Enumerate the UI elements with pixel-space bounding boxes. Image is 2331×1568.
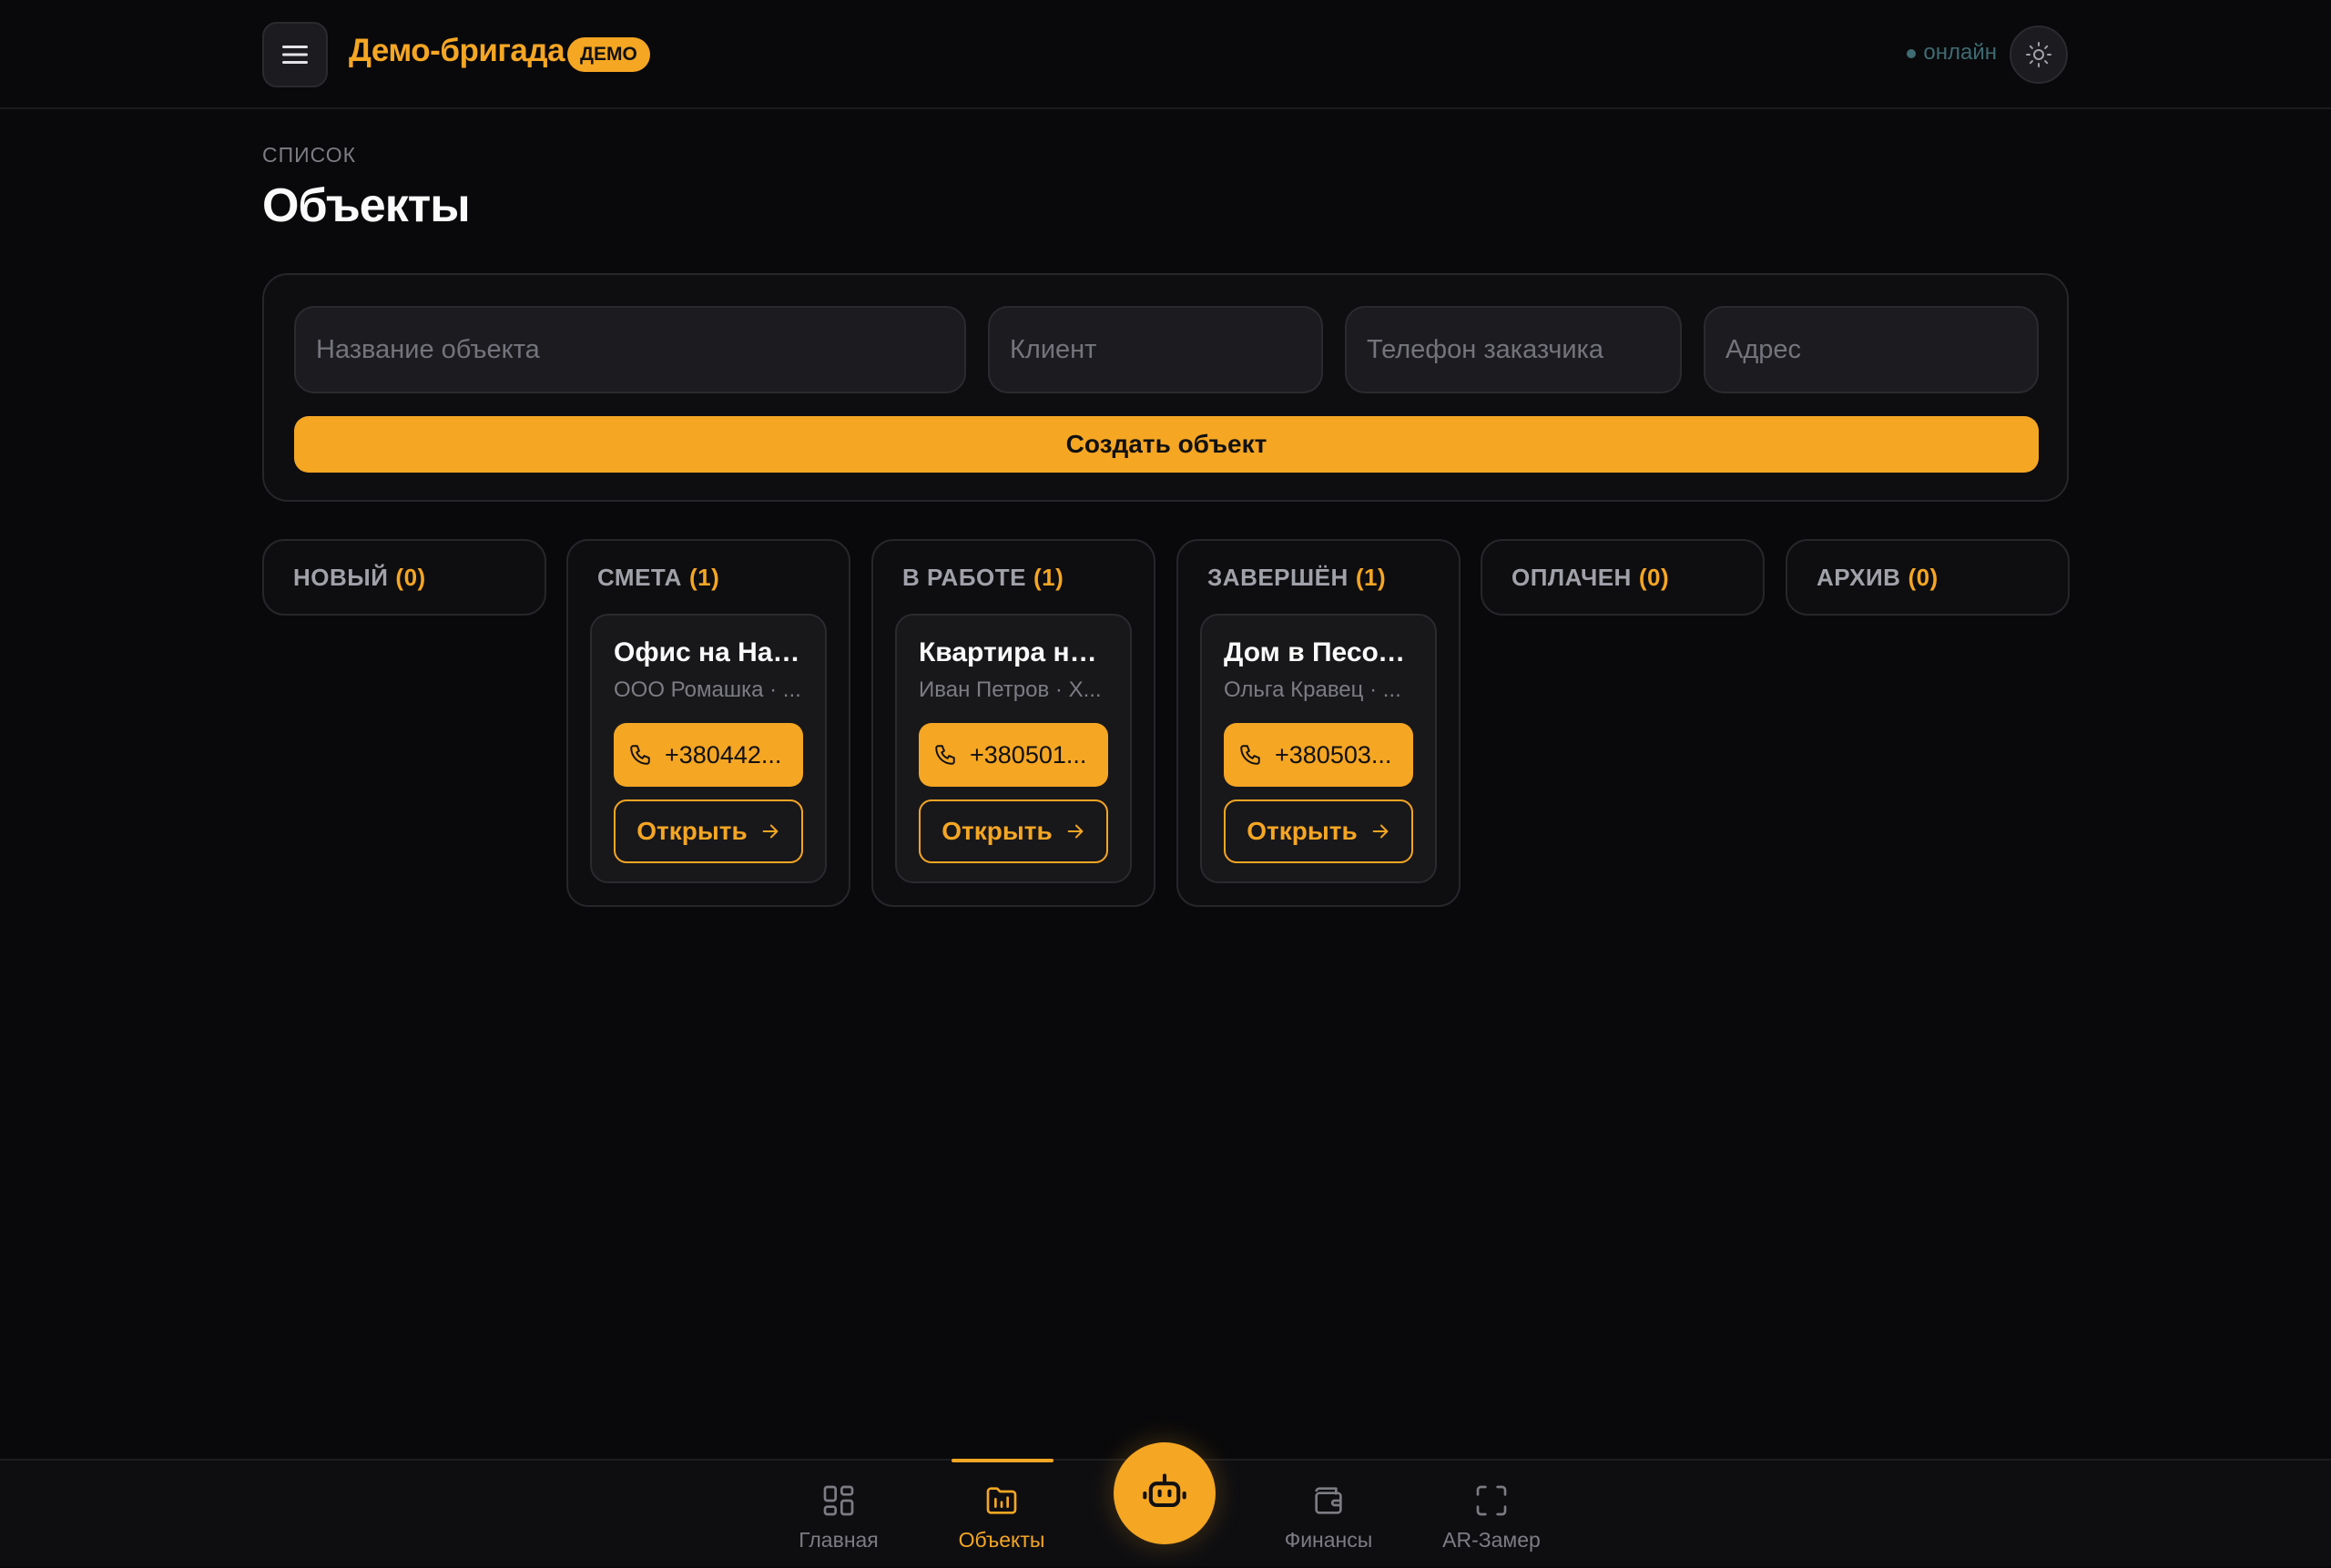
- create-object-button[interactable]: Создать объект: [294, 416, 2039, 473]
- column-label: ОПЛАЧЕН: [1512, 563, 1632, 591]
- sun-icon: [2026, 42, 2051, 67]
- phone-icon: [630, 745, 650, 765]
- arrow-right-icon: [1067, 824, 1084, 839]
- robot-icon: [1143, 1473, 1186, 1508]
- nav-objects[interactable]: Объекты: [933, 1461, 1070, 1568]
- open-label: Открыть: [942, 817, 1053, 845]
- arrow-right-icon: [762, 824, 779, 839]
- phone-icon: [1240, 745, 1260, 765]
- open-label: Открыть: [1247, 817, 1358, 845]
- hamburger-menu-icon: [282, 46, 308, 64]
- nav-finance[interactable]: Финансы: [1260, 1461, 1397, 1568]
- assistant-button[interactable]: [1114, 1442, 1216, 1544]
- object-title: Дом в Песочи...: [1224, 637, 1413, 667]
- column-header[interactable]: ОПЛАЧЕН (0): [1482, 541, 1763, 614]
- phone-number: +380501...: [970, 740, 1087, 769]
- object-subtitle: ООО Ромашка · ...: [614, 677, 801, 702]
- column-label: В РАБОТЕ: [902, 563, 1026, 591]
- connection-status: онлайн: [1907, 40, 1997, 66]
- wallet-icon: [1315, 1487, 1342, 1514]
- create-object-form: Создать объект: [262, 273, 2069, 502]
- nav-home[interactable]: Главная: [770, 1461, 907, 1568]
- status-text: онлайн: [1923, 40, 1997, 65]
- column-completed: ЗАВЕРШЁН (1) Дом в Песочи... Ольга Кравец…: [1176, 539, 1461, 907]
- address-input[interactable]: [1704, 306, 2039, 393]
- page-title: Объекты: [262, 179, 471, 232]
- object-name-input[interactable]: [294, 306, 966, 393]
- open-object-button[interactable]: Открыть: [614, 799, 803, 863]
- nav-home-label: Главная: [799, 1528, 879, 1552]
- nav-ar-measure[interactable]: AR-Замер: [1423, 1461, 1560, 1568]
- column-label: АРХИВ: [1817, 563, 1901, 591]
- object-subtitle: Ольга Кравец · ...: [1224, 677, 1401, 702]
- nav-objects-label: Объекты: [958, 1528, 1045, 1552]
- arrow-right-icon: [1372, 824, 1389, 839]
- column-label: НОВЫЙ: [293, 563, 389, 591]
- column-label: ЗАВЕРШЁН: [1207, 563, 1349, 591]
- customer-phone-input[interactable]: [1345, 306, 1682, 393]
- column-count: (1): [1355, 563, 1387, 591]
- call-button[interactable]: +380442...: [614, 723, 803, 787]
- column-header[interactable]: СМЕТА (1): [568, 541, 849, 614]
- object-title: Квартира на ...: [919, 637, 1108, 667]
- object-card: Квартира на ... Иван Петров · Х... +3805…: [895, 614, 1132, 883]
- nav-ar-label: AR-Замер: [1442, 1528, 1541, 1552]
- object-title: Офис на Науки: [614, 637, 803, 667]
- client-input[interactable]: [988, 306, 1323, 393]
- column-count: (0): [395, 563, 426, 591]
- open-label: Открыть: [636, 817, 748, 845]
- column-archive: АРХИВ (0): [1786, 539, 2070, 616]
- column-estimate: СМЕТА (1) Офис на Науки ООО Ромашка · ...…: [566, 539, 850, 907]
- column-new: НОВЫЙ (0): [262, 539, 546, 616]
- object-card: Офис на Науки ООО Ромашка · ... +380442.…: [590, 614, 827, 883]
- dashboard-icon: [823, 1485, 854, 1516]
- column-in-progress: В РАБОТЕ (1) Квартира на ... Иван Петров …: [871, 539, 1155, 907]
- status-dot-icon: [1907, 48, 1917, 58]
- top-bar: Демо-бригада ДЕМО онлайн: [0, 0, 2331, 109]
- menu-button[interactable]: [262, 22, 328, 87]
- column-header[interactable]: В РАБОТЕ (1): [873, 541, 1154, 614]
- call-button[interactable]: +380501...: [919, 723, 1108, 787]
- call-button[interactable]: +380503...: [1224, 723, 1413, 787]
- column-count: (0): [1638, 563, 1670, 591]
- page-eyebrow: СПИСОК: [262, 143, 357, 167]
- open-object-button[interactable]: Открыть: [1224, 799, 1413, 863]
- active-tab-indicator: [952, 1459, 1054, 1462]
- column-count: (1): [1033, 563, 1064, 591]
- column-header[interactable]: ЗАВЕРШЁН (1): [1178, 541, 1459, 614]
- phone-number: +380503...: [1275, 740, 1392, 769]
- column-count: (0): [1908, 563, 1939, 591]
- scan-frame-icon: [1476, 1485, 1507, 1516]
- folder-chart-icon: [986, 1487, 1017, 1514]
- phone-icon: [935, 745, 955, 765]
- open-object-button[interactable]: Открыть: [919, 799, 1108, 863]
- column-count: (1): [688, 563, 720, 591]
- object-subtitle: Иван Петров · Х...: [919, 677, 1102, 702]
- column-paid: ОПЛАЧЕН (0): [1481, 539, 1765, 616]
- column-header[interactable]: НОВЫЙ (0): [264, 541, 545, 614]
- nav-finance-label: Финансы: [1284, 1528, 1373, 1552]
- theme-toggle-button[interactable]: [2010, 25, 2068, 84]
- phone-number: +380442...: [665, 740, 782, 769]
- column-header[interactable]: АРХИВ (0): [1787, 541, 2068, 614]
- object-card: Дом в Песочи... Ольга Кравец · ... +3805…: [1200, 614, 1437, 883]
- column-label: СМЕТА: [597, 563, 682, 591]
- demo-badge: ДЕМО: [567, 37, 650, 72]
- brand-name: Демо-бригада: [349, 33, 565, 68]
